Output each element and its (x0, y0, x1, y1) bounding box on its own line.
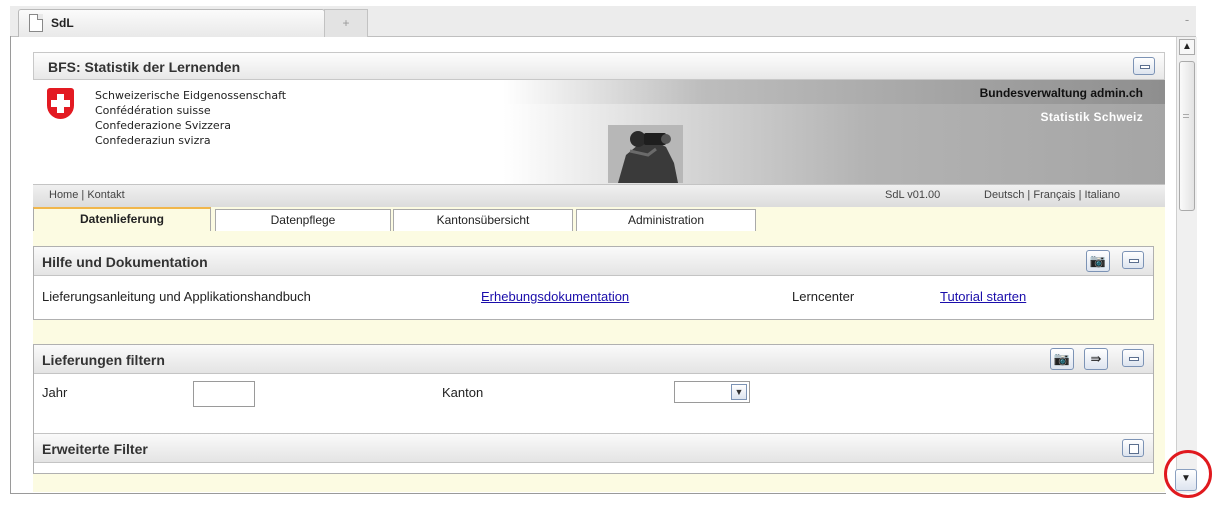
scroll-up-arrow-icon[interactable]: ▲ (1179, 39, 1195, 55)
lang-francais-link[interactable]: Français (1033, 189, 1075, 201)
filter-minimize-button[interactable] (1122, 349, 1144, 367)
browser-tab-strip: SdL + - (10, 6, 1196, 37)
kontakt-link[interactable]: Kontakt (87, 189, 124, 201)
nav-bar: Home | Kontakt SdL v01.00 Deutsch | Fran… (33, 184, 1165, 207)
camera-icon[interactable]: 📷 (1086, 250, 1110, 272)
jahr-label: Jahr (42, 385, 68, 400)
banner: Schweizerische Eidgenossenschaft Confédé… (33, 80, 1165, 184)
scrollbar-thumb[interactable] (1179, 61, 1195, 211)
kanton-select[interactable]: ▼ (674, 381, 750, 403)
version-label: SdL v01.00 (885, 189, 941, 201)
document-icon (29, 14, 43, 32)
lerncenter-label: Lerncenter (792, 289, 855, 304)
filter-section-title: Lieferungen filtern (42, 352, 165, 368)
erhebungsdokumentation-link[interactable]: Erhebungsdokumentation (481, 289, 629, 304)
browser-tab-title: SdL (51, 16, 74, 30)
lang-deutsch-link[interactable]: Deutsch (984, 189, 1024, 201)
jahr-input[interactable] (193, 381, 255, 407)
extended-filter-expand-button[interactable] (1122, 439, 1144, 457)
app-minimize-button[interactable] (1133, 57, 1155, 75)
swiss-cross-logo (47, 88, 74, 119)
app-title: BFS: Statistik der Lernenden (48, 59, 241, 75)
app-header: BFS: Statistik der Lernenden (33, 52, 1165, 80)
help-section-title: Hilfe und Dokumentation (42, 254, 208, 270)
guide-label: Lieferungsanleitung und Applikationshand… (42, 289, 311, 304)
tab-kantonsuebersicht[interactable]: Kantonsübersicht (393, 209, 573, 231)
home-link[interactable]: Home (49, 189, 78, 201)
export-arrow-icon[interactable]: ⇛ (1084, 348, 1108, 370)
camera-icon[interactable]: 📷 (1050, 348, 1074, 370)
lang-italiano-link[interactable]: Italiano (1085, 189, 1120, 201)
new-tab-button[interactable]: + (324, 9, 368, 37)
tab-list-button[interactable]: - (1178, 8, 1196, 34)
help-minimize-button[interactable] (1122, 251, 1144, 269)
photographer-image (608, 125, 683, 183)
tab-datenlieferung[interactable]: Datenlieferung (33, 207, 211, 231)
chevron-down-icon[interactable]: ▼ (731, 384, 747, 400)
statistik-schweiz-label: Statistik Schweiz (1040, 110, 1143, 124)
filter-section: Lieferungen filtern 📷 ⇛ Jahr Kanton ▼ Er… (33, 344, 1154, 474)
extended-filter-title: Erweiterte Filter (42, 441, 148, 457)
tab-datenpflege[interactable]: Datenpflege (215, 209, 391, 231)
help-section-header: Hilfe und Dokumentation 📷 (34, 247, 1153, 276)
browser-tab-sdl[interactable]: SdL (18, 9, 325, 37)
highlight-circle (1164, 450, 1212, 498)
scrollbar-grip-icon (1183, 114, 1189, 118)
app-panel: BFS: Statistik der Lernenden Schweizeris… (33, 52, 1165, 492)
filter-section-header: Lieferungen filtern 📷 ⇛ (34, 345, 1153, 374)
app-tabs: Datenlieferung Datenpflege Kantonsübersi… (33, 207, 1165, 231)
tab-administration[interactable]: Administration (576, 209, 756, 231)
help-section: Hilfe und Dokumentation 📷 Lieferungsanle… (33, 246, 1154, 320)
admin-ch-label: Bundesverwaltung admin.ch (979, 86, 1143, 100)
tutorial-starten-link[interactable]: Tutorial starten (940, 289, 1026, 304)
vertical-scrollbar[interactable]: ▲ (1176, 37, 1197, 493)
kanton-label: Kanton (442, 385, 484, 400)
extended-filter-header[interactable]: Erweiterte Filter (34, 433, 1153, 463)
confederation-text: Schweizerische Eidgenossenschaft Confédé… (95, 89, 287, 147)
